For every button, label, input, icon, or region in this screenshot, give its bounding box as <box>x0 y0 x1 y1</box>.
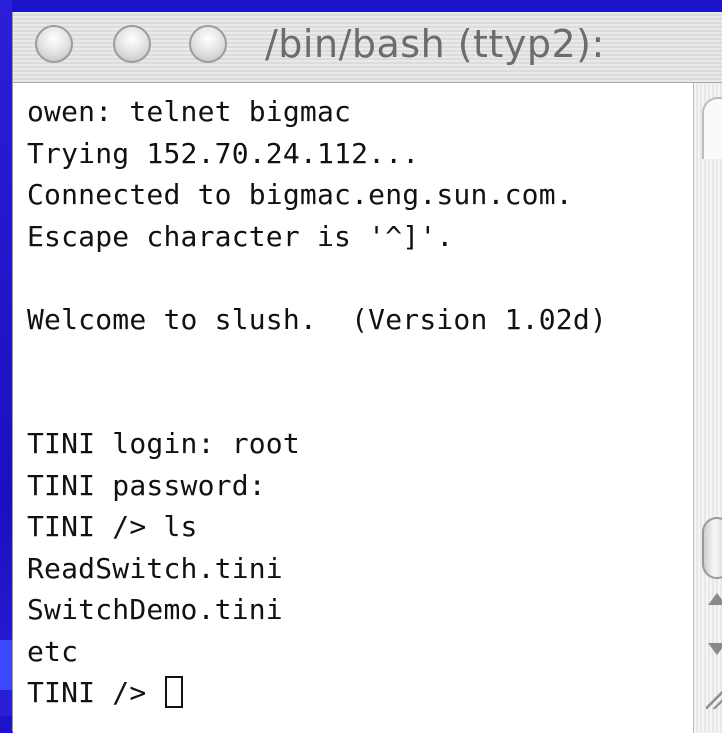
terminal-line: TINI password: <box>27 469 266 502</box>
terminal-line: Trying 152.70.24.112... <box>27 137 420 170</box>
terminal-prompt-line[interactable]: TINI /> <box>27 676 184 709</box>
scroll-up-arrow-icon[interactable] <box>708 593 722 605</box>
scroll-track-top <box>702 97 722 159</box>
minimize-traffic-light-icon[interactable] <box>113 25 151 63</box>
terminal-line: Welcome to slush. (Version 1.02d) <box>27 303 607 336</box>
scroll-down-arrow-icon[interactable] <box>708 643 722 655</box>
zoom-traffic-light-icon[interactable] <box>189 25 227 63</box>
terminal-line: TINI login: root <box>27 427 300 460</box>
close-traffic-light-icon[interactable] <box>35 25 73 63</box>
terminal-output[interactable]: owen: telnet bigmac Trying 152.70.24.112… <box>13 83 695 733</box>
terminal-line: Escape character is '^]'. <box>27 220 454 253</box>
title-bar[interactable]: /bin/bash (ttyp2): <box>13 12 722 83</box>
window-title: /bin/bash (ttyp2): <box>265 22 605 66</box>
terminal-line: SwitchDemo.tini <box>27 593 283 626</box>
terminal-line: owen: telnet bigmac <box>27 95 352 128</box>
scroll-thumb[interactable] <box>702 517 722 579</box>
prompt-text: TINI /> <box>27 676 164 709</box>
terminal-line: etc <box>27 635 79 668</box>
text-cursor <box>165 676 184 708</box>
slide-background-strip <box>0 0 12 716</box>
terminal-line: Connected to bigmac.eng.sun.com. <box>27 178 573 211</box>
terminal-window: /bin/bash (ttyp2): owen: telnet bigmac T… <box>12 12 722 733</box>
terminal-line: ReadSwitch.tini <box>27 552 283 585</box>
resize-grip-icon[interactable] <box>706 683 722 709</box>
terminal-line: TINI /> ls <box>27 510 198 543</box>
slide-background-glow <box>0 640 12 690</box>
vertical-scrollbar[interactable] <box>693 83 722 733</box>
